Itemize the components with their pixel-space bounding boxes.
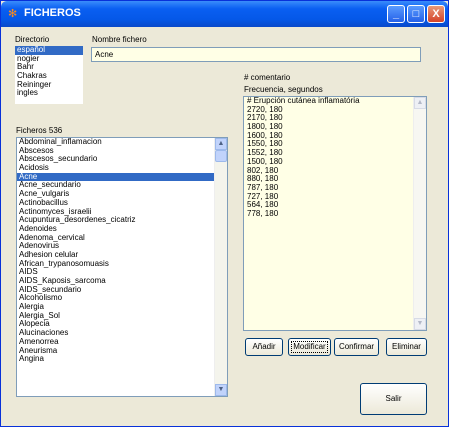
memo-lines: # Erupción cutánea inflamatória 2720, 180… [244, 97, 426, 219]
minimize-icon: _ [392, 8, 400, 20]
frecuencia-label: Frecuencia, segundos [244, 85, 323, 94]
fichero-item[interactable]: Angina [17, 354, 227, 364]
anadir-button[interactable]: Añadir [245, 338, 283, 356]
scroll-down-icon: ▼ [414, 318, 426, 330]
nombre-fichero-input[interactable]: Acne [91, 47, 421, 62]
scroll-up-icon: ▲ [414, 97, 426, 109]
ficheros-list[interactable]: Abdominal_inflamacion Abscesos Abscesos_se… [16, 137, 228, 397]
scroll-up-icon[interactable]: ▲ [215, 138, 227, 150]
memo-line: 778, 180 [247, 208, 279, 218]
ficheros-label: Ficheros 536 [16, 126, 63, 135]
fichero-item[interactable]: African_trypanosomuasis [17, 259, 227, 269]
directorio-label: Directorio [15, 35, 50, 44]
confirmar-button[interactable]: Confirmar [334, 338, 379, 356]
modificar-button[interactable]: Modificar [288, 338, 331, 356]
nombre-fichero-label: Nombre fichero [92, 35, 147, 44]
scroll-thumb[interactable] [215, 150, 227, 162]
scroll-down-icon[interactable]: ▼ [215, 384, 227, 396]
close-button[interactable]: X [427, 5, 445, 23]
eliminar-button[interactable]: Eliminar [386, 338, 427, 356]
fichero-item[interactable]: Aneurisma [17, 346, 227, 356]
maximize-icon: □ [412, 8, 420, 20]
fichero-item[interactable]: Alcoholismo [17, 294, 227, 303]
window-title: FICHEROS [24, 7, 81, 19]
ficheros-window: ✻ FICHEROS _ □ X Directorio español nogie… [0, 0, 449, 427]
fichero-item[interactable]: Acidosis [17, 163, 227, 173]
comentario-label: # comentario [244, 73, 291, 82]
butterfly-icon: ✻ [8, 8, 18, 20]
close-icon: X [432, 8, 440, 20]
directorio-list[interactable]: español nogier Bahr Chakras Reininger ingles [15, 46, 83, 104]
memo-scrollbar[interactable]: ▲ ▼ [413, 97, 426, 330]
frecuencia-memo[interactable]: # Erupción cutánea inflamatória 2720, 180… [243, 96, 427, 331]
directorio-item[interactable]: ingles [15, 89, 83, 98]
ficheros-scrollbar[interactable]: ▲ ▼ [214, 138, 227, 396]
maximize-button[interactable]: □ [407, 5, 425, 23]
salir-button[interactable]: Salir [360, 383, 427, 415]
ficheros-items: Abdominal_inflamacion Abscesos Abscesos_se… [17, 138, 227, 364]
title-bar[interactable]: ✻ FICHEROS _ □ X [1, 1, 448, 27]
minimize-button[interactable]: _ [387, 5, 405, 23]
